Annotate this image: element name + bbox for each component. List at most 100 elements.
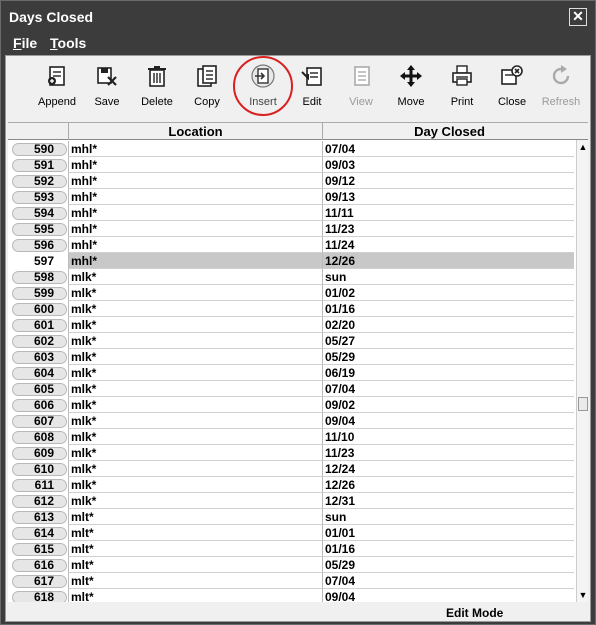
day-closed-cell[interactable]: sun [322,509,574,525]
location-cell[interactable]: mlk* [68,461,322,477]
table-row[interactable]: 593 mhl* 09/13 [8,189,574,205]
refresh-button[interactable]: Refresh [536,60,586,116]
append-button[interactable]: Append [32,60,82,116]
row-number[interactable]: 607 [12,415,67,428]
location-cell[interactable]: mhl* [68,173,322,189]
row-number[interactable]: 612 [12,495,67,508]
view-button[interactable]: View [336,60,386,116]
row-number[interactable]: 597 [12,255,67,268]
table-row[interactable]: 600 mlk* 01/16 [8,301,574,317]
edit-button[interactable]: Edit [287,60,337,116]
table-row[interactable]: 598 mlk* sun [8,269,574,285]
day-closed-cell[interactable]: 09/12 [322,173,574,189]
table-row[interactable]: 609 mlk* 11/23 [8,445,574,461]
day-closed-header[interactable]: Day Closed [322,123,576,140]
table-row[interactable]: 592 mhl* 09/12 [8,173,574,189]
day-closed-cell[interactable]: 07/04 [322,141,574,157]
row-number[interactable]: 617 [12,575,67,588]
day-closed-cell[interactable]: 07/04 [322,381,574,397]
table-row[interactable]: 605 mlk* 07/04 [8,381,574,397]
location-cell[interactable]: mhl* [68,237,322,253]
location-cell[interactable]: mlk* [68,381,322,397]
location-cell[interactable]: mlt* [68,509,322,525]
day-closed-cell[interactable]: 09/02 [322,397,574,413]
row-number[interactable]: 611 [12,479,67,492]
scroll-up-arrow-icon[interactable]: ▲ [577,141,588,153]
location-cell[interactable]: mlt* [68,573,322,589]
row-number[interactable]: 618 [12,591,67,602]
table-row[interactable]: 602 mlk* 05/27 [8,333,574,349]
insert-button[interactable]: Insert [238,60,288,116]
location-cell[interactable]: mlk* [68,429,322,445]
table-row[interactable]: 599 mlk* 01/02 [8,285,574,301]
day-closed-cell[interactable]: 05/29 [322,557,574,573]
table-row[interactable]: 607 mlk* 09/04 [8,413,574,429]
day-closed-cell[interactable]: 09/04 [322,589,574,602]
row-number[interactable]: 605 [12,383,67,396]
row-number[interactable]: 592 [12,175,67,188]
table-row[interactable]: 611 mlk* 12/26 [8,477,574,493]
day-closed-cell[interactable]: 11/11 [322,205,574,221]
day-closed-cell[interactable]: 11/10 [322,429,574,445]
day-closed-cell[interactable]: 11/24 [322,237,574,253]
table-row[interactable]: 613 mlt* sun [8,509,574,525]
row-number[interactable]: 593 [12,191,67,204]
close-button[interactable]: Close [487,60,537,116]
scroll-down-arrow-icon[interactable]: ▼ [577,589,588,601]
location-cell[interactable]: mhl* [68,189,322,205]
day-closed-cell[interactable]: 05/27 [322,333,574,349]
location-cell[interactable]: mlk* [68,493,322,509]
table-row[interactable]: 601 mlk* 02/20 [8,317,574,333]
table-row[interactable]: 608 mlk* 11/10 [8,429,574,445]
row-number[interactable]: 594 [12,207,67,220]
location-cell[interactable]: mlk* [68,317,322,333]
print-button[interactable]: Print [437,60,487,116]
location-cell[interactable]: mlk* [68,445,322,461]
row-number[interactable]: 615 [12,543,67,556]
table-row[interactable]: 612 mlk* 12/31 [8,493,574,509]
day-closed-cell[interactable]: 09/03 [322,157,574,173]
row-number[interactable]: 604 [12,367,67,380]
table-row[interactable]: 594 mhl* 11/11 [8,205,574,221]
table-row[interactable]: 604 mlk* 06/19 [8,365,574,381]
row-number[interactable]: 603 [12,351,67,364]
day-closed-cell[interactable]: 06/19 [322,365,574,381]
table-row[interactable]: 614 mlt* 01/01 [8,525,574,541]
table-row[interactable]: 617 mlt* 07/04 [8,573,574,589]
location-cell[interactable]: mlk* [68,365,322,381]
row-number[interactable]: 609 [12,447,67,460]
row-number[interactable]: 591 [12,159,67,172]
location-header[interactable]: Location [68,123,322,140]
row-number[interactable]: 590 [12,143,67,156]
location-cell[interactable]: mlk* [68,285,322,301]
location-cell[interactable]: mlk* [68,349,322,365]
location-cell[interactable]: mlk* [68,477,322,493]
vertical-scrollbar[interactable]: ▲ ▼ [576,140,588,602]
row-number[interactable]: 596 [12,239,67,252]
table-row[interactable]: 591 mhl* 09/03 [8,157,574,173]
table-row[interactable]: 595 mhl* 11/23 [8,221,574,237]
day-closed-cell[interactable]: 11/23 [322,221,574,237]
row-number[interactable]: 610 [12,463,67,476]
day-closed-cell[interactable]: 09/04 [322,413,574,429]
day-closed-cell[interactable]: 01/16 [322,301,574,317]
row-number[interactable]: 598 [12,271,67,284]
row-number[interactable]: 601 [12,319,67,332]
day-closed-cell[interactable]: 12/31 [322,493,574,509]
location-cell[interactable]: mhl* [68,253,322,269]
location-cell[interactable]: mlk* [68,269,322,285]
row-number[interactable]: 600 [12,303,67,316]
location-cell[interactable]: mlk* [68,301,322,317]
row-number[interactable]: 616 [12,559,67,572]
location-cell[interactable]: mlk* [68,413,322,429]
day-closed-cell[interactable]: 07/04 [322,573,574,589]
table-row[interactable]: 610 mlk* 12/24 [8,461,574,477]
day-closed-cell[interactable]: 12/26 [322,253,574,269]
delete-button[interactable]: Delete [132,60,182,116]
day-closed-cell[interactable]: 01/01 [322,525,574,541]
location-cell[interactable]: mhl* [68,205,322,221]
location-cell[interactable]: mhl* [68,221,322,237]
day-closed-cell[interactable]: 12/26 [322,477,574,493]
day-closed-cell[interactable]: 02/20 [322,317,574,333]
day-closed-cell[interactable]: 09/13 [322,189,574,205]
